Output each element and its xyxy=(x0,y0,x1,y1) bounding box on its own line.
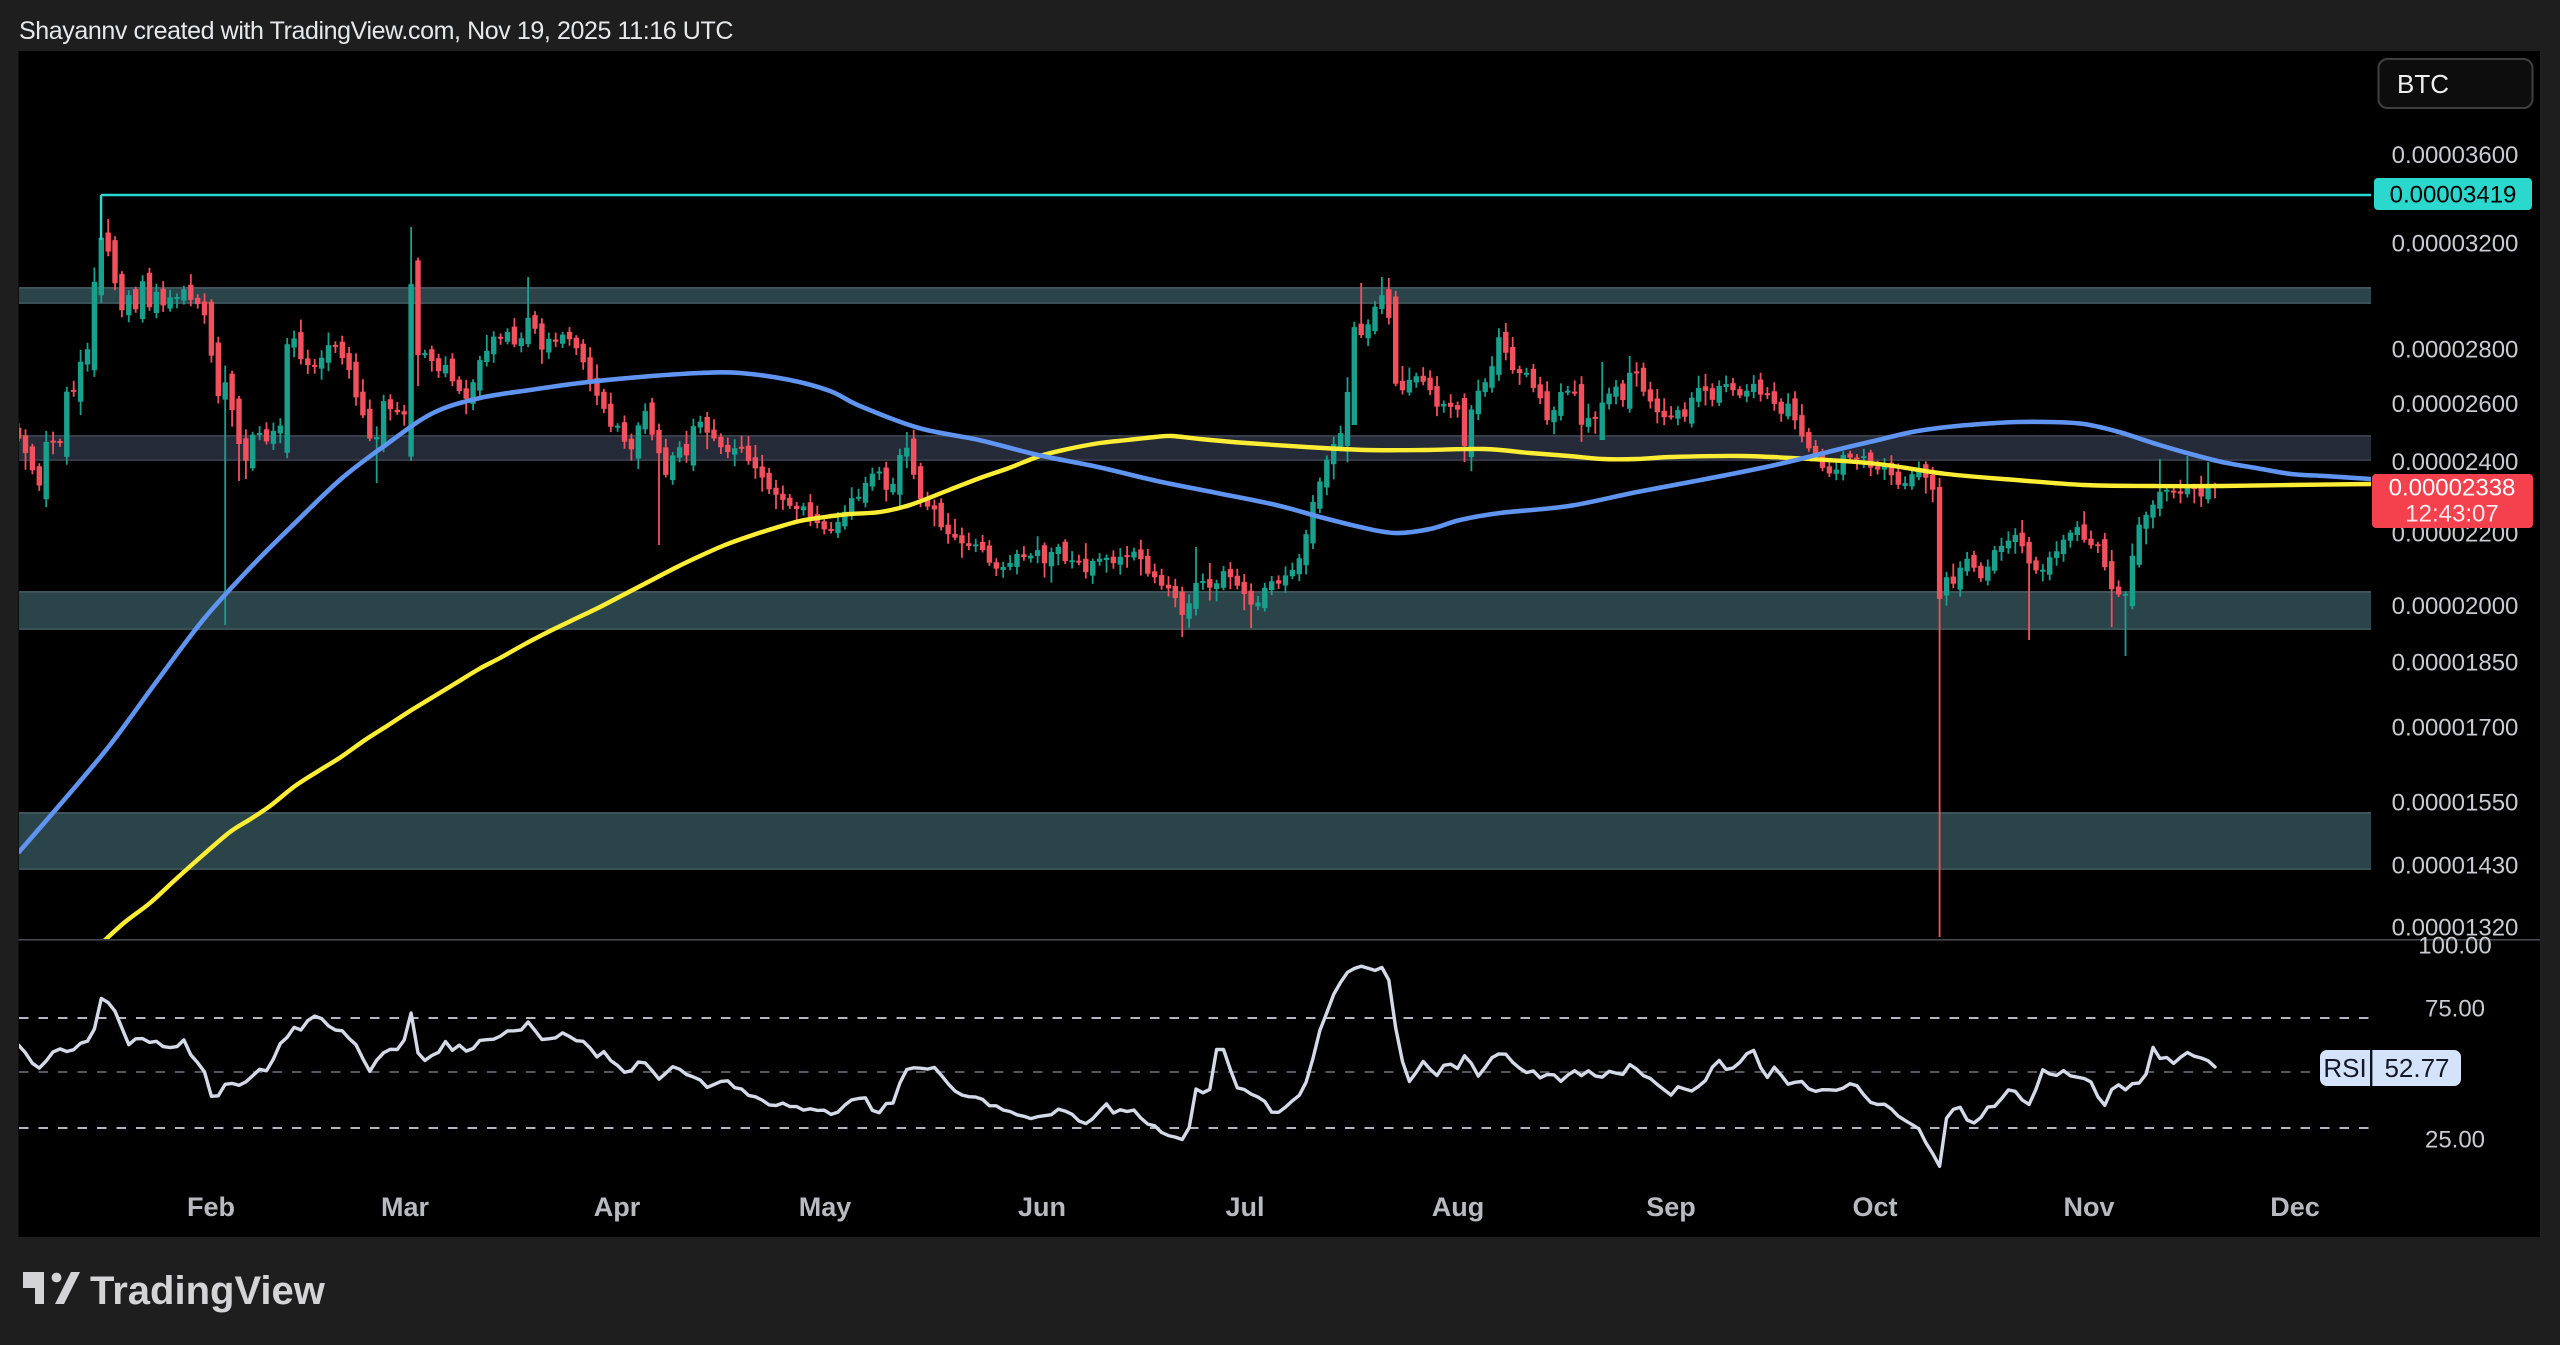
svg-text:52.77: 52.77 xyxy=(2384,1053,2449,1083)
svg-text:75.00: 75.00 xyxy=(2425,996,2485,1023)
svg-text:0.00001700: 0.00001700 xyxy=(2392,715,2519,742)
svg-text:Sep: Sep xyxy=(1646,1192,1696,1222)
svg-text:0.00001550: 0.00001550 xyxy=(2392,790,2519,817)
svg-text:100.00: 100.00 xyxy=(2418,933,2491,960)
svg-text:0.00002600: 0.00002600 xyxy=(2392,391,2519,418)
svg-text:Jun: Jun xyxy=(1018,1192,1066,1222)
svg-text:BTC: BTC xyxy=(2397,69,2449,99)
svg-text:Aug: Aug xyxy=(1432,1192,1484,1222)
svg-text:Dec: Dec xyxy=(2270,1192,2320,1222)
svg-text:0.00003600: 0.00003600 xyxy=(2392,142,2519,169)
svg-text:0.00001430: 0.00001430 xyxy=(2392,853,2519,880)
svg-text:Feb: Feb xyxy=(187,1192,235,1222)
svg-text:Apr: Apr xyxy=(594,1192,641,1222)
svg-text:May: May xyxy=(799,1192,852,1222)
svg-text:0.00003200: 0.00003200 xyxy=(2392,231,2519,258)
svg-text:0.00002400: 0.00002400 xyxy=(2392,449,2519,476)
svg-text:Oct: Oct xyxy=(1852,1192,1897,1222)
svg-text:Shayannv created with TradingV: Shayannv created with TradingView.com, N… xyxy=(19,17,733,45)
svg-text:0.00002000: 0.00002000 xyxy=(2392,593,2519,620)
svg-text:RSI: RSI xyxy=(2323,1053,2366,1083)
svg-text:0.00003419: 0.00003419 xyxy=(2390,182,2517,209)
svg-text:TradingView: TradingView xyxy=(90,1269,326,1313)
svg-text:0.00001850: 0.00001850 xyxy=(2392,650,2519,677)
svg-text:Mar: Mar xyxy=(381,1192,430,1222)
svg-text:12:43:07: 12:43:07 xyxy=(2405,501,2498,528)
svg-text:0.00002338: 0.00002338 xyxy=(2389,475,2516,502)
svg-text:0.00002800: 0.00002800 xyxy=(2392,337,2519,364)
svg-text:25.00: 25.00 xyxy=(2425,1127,2485,1154)
svg-text:Jul: Jul xyxy=(1225,1192,1264,1222)
svg-text:Nov: Nov xyxy=(2063,1192,2114,1222)
